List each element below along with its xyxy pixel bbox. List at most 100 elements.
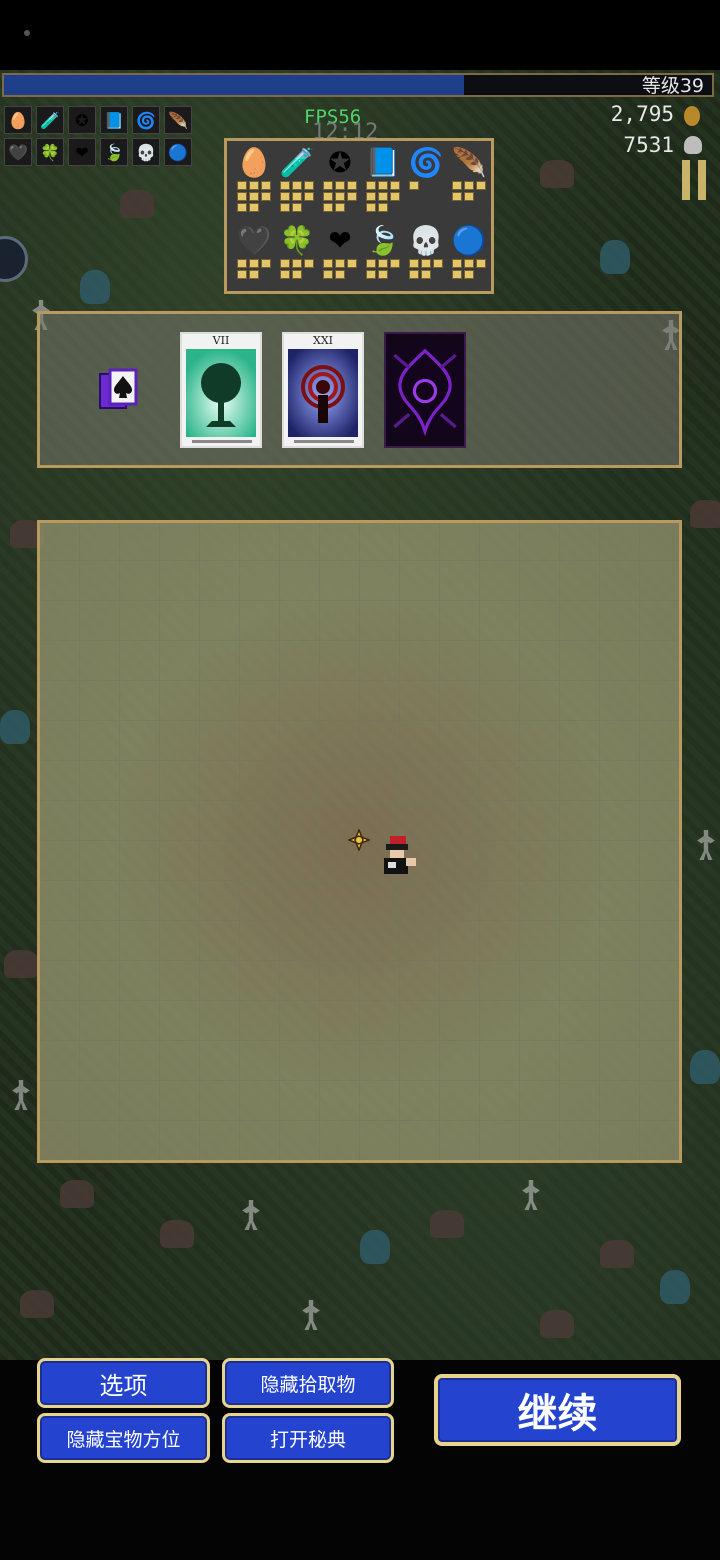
level-pip	[464, 192, 474, 201]
spiral-icon: 🌀	[132, 106, 160, 134]
level-pip	[304, 192, 314, 201]
level-pip	[237, 270, 247, 279]
quill-icon: 🪶	[451, 146, 487, 179]
level-pip	[378, 192, 388, 201]
player-character-icon	[384, 836, 416, 874]
level-pip	[292, 203, 302, 212]
status-bar	[0, 0, 720, 70]
experience-bar: 等级39	[2, 73, 714, 97]
level-pip	[304, 181, 314, 190]
level-pip	[347, 259, 357, 268]
hide-pickups-button[interactable]: 隐藏拾取物	[222, 1358, 394, 1408]
level-pip	[476, 259, 486, 268]
item-level-pips	[323, 259, 359, 279]
arcana-card[interactable]: XXI	[282, 332, 364, 448]
potion-icon: 🧪	[36, 106, 64, 134]
enemy-sprite	[60, 1180, 94, 1208]
level-pip	[476, 181, 486, 190]
enemy-sprite	[430, 1210, 464, 1238]
item-level-pips	[409, 181, 445, 190]
enemy-sprite	[120, 190, 154, 218]
clover-icon: 🍀	[279, 224, 315, 257]
level-pip	[409, 181, 419, 190]
level-pip	[335, 192, 345, 201]
level-pip	[452, 181, 462, 190]
level-pip	[378, 270, 388, 279]
level-pip	[452, 192, 462, 201]
skeleton-sprite	[12, 1080, 30, 1110]
level-pip	[433, 259, 443, 268]
inventory-item: 🧪	[276, 143, 318, 213]
level-pip	[261, 181, 271, 190]
heart-icon: 🖤	[4, 138, 32, 166]
heart-icon: 🖤	[236, 224, 272, 257]
level-pip	[323, 259, 333, 268]
ghost-sprite	[690, 1050, 720, 1084]
ghost-sprite	[660, 1270, 690, 1304]
inventory-item: 💀	[405, 221, 447, 291]
skull-icon: 💀	[408, 224, 444, 257]
open-codex-button[interactable]: 打开秘典	[222, 1413, 394, 1463]
pentagram-icon: ✪	[328, 146, 352, 179]
item-level-pips	[452, 181, 488, 201]
level-pip	[280, 270, 290, 279]
inventory-item: ✪	[319, 143, 361, 213]
level-pip	[421, 270, 431, 279]
level-pip	[280, 259, 290, 268]
inventory-item: 📘	[362, 143, 404, 213]
ghost-sprite	[0, 710, 30, 744]
level-pip	[249, 192, 259, 201]
item-level-pips	[280, 259, 316, 279]
enemy-sprite	[600, 1240, 634, 1268]
treasure-locator-icon	[348, 829, 370, 851]
bag-icon: 🥚	[4, 106, 32, 134]
level-pip	[249, 259, 259, 268]
level-pip	[335, 259, 345, 268]
level-pip	[237, 192, 247, 201]
quill-icon: 🪶	[164, 106, 192, 134]
card-back-art	[388, 344, 462, 438]
ghost-sprite	[600, 240, 630, 274]
arcana-deck-icon	[99, 368, 138, 409]
level-pip	[292, 270, 302, 279]
arcana-card-back[interactable]	[384, 332, 466, 448]
potion-icon: 🧪	[279, 146, 315, 179]
level-pip	[249, 270, 259, 279]
level-pip	[390, 192, 400, 201]
skull-icon	[684, 136, 702, 154]
level-pip	[304, 259, 314, 268]
skeleton-sprite	[242, 1200, 260, 1230]
level-pip	[390, 181, 400, 190]
level-pip	[409, 259, 419, 268]
red-heart-icon: ❤	[328, 224, 352, 257]
item-level-pips	[237, 181, 273, 212]
tree-card-art	[186, 349, 256, 437]
enemy-sprite	[690, 500, 720, 528]
level-pip	[452, 259, 462, 268]
level-pip	[464, 270, 474, 279]
item-level-pips	[280, 181, 316, 212]
continue-button[interactable]: 继续	[434, 1374, 681, 1446]
arcana-card[interactable]: VII	[180, 332, 262, 448]
options-button[interactable]: 选项	[37, 1358, 210, 1408]
inventory-item: 🪶	[448, 143, 490, 213]
level-pip	[378, 259, 388, 268]
level-pip	[261, 192, 271, 201]
pause-button[interactable]	[680, 160, 708, 200]
level-pip	[366, 203, 376, 212]
level-pip	[323, 203, 333, 212]
item-level-pips	[366, 259, 402, 279]
clover-icon: 🍀	[36, 138, 64, 166]
pentagram-icon: ✪	[68, 106, 96, 134]
inventory-item: ❤	[319, 221, 361, 291]
hide-treasure-location-button[interactable]: 隐藏宝物方位	[37, 1413, 210, 1463]
level-pip	[323, 270, 333, 279]
ghost-sprite	[360, 1230, 390, 1264]
orb-icon: 🔵	[451, 224, 487, 257]
inventory-item: 🥚	[233, 143, 275, 213]
inventory-item: 🍃	[362, 221, 404, 291]
level-pip	[292, 259, 302, 268]
level-pip	[390, 259, 400, 268]
enemy-sprite	[540, 160, 574, 188]
level-pip	[292, 192, 302, 201]
